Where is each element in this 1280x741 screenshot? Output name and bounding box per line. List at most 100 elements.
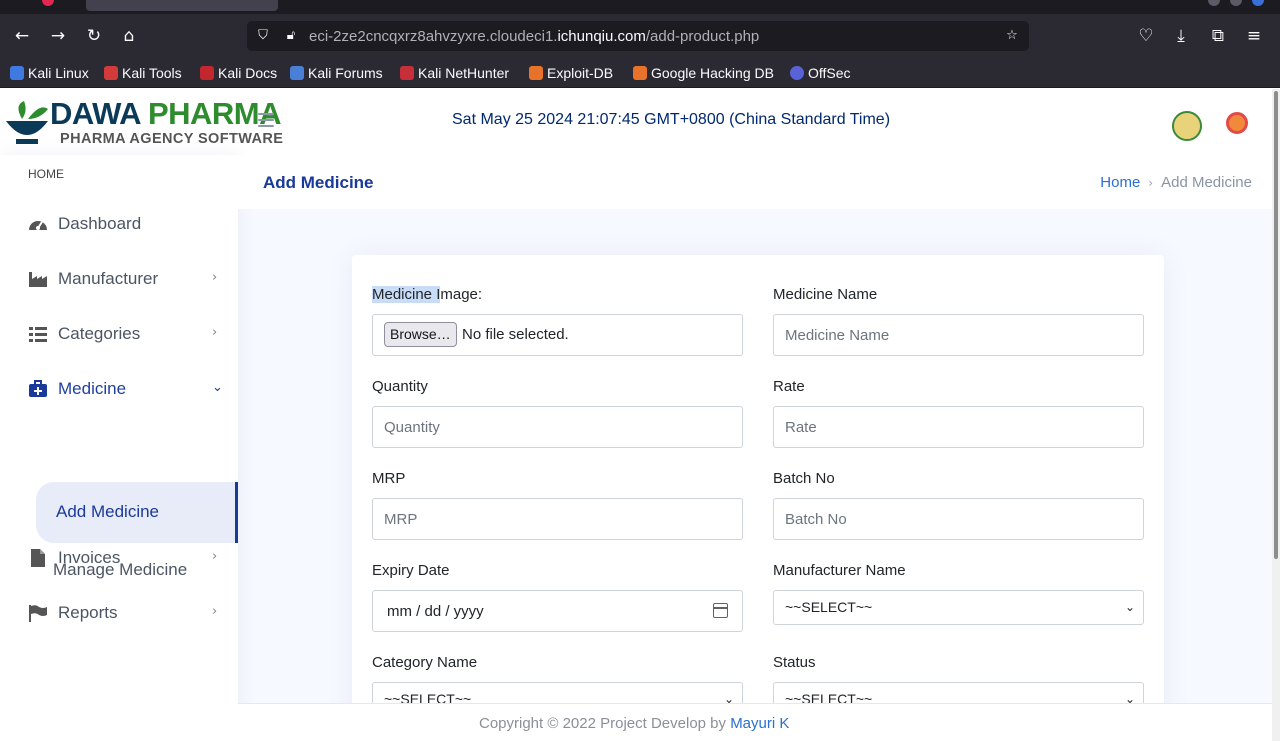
- sidebar-item-dashboard[interactable]: Dashboard: [20, 204, 232, 244]
- breadcrumb-home-link[interactable]: Home: [1100, 174, 1140, 191]
- browser-tab[interactable]: [86, 0, 278, 11]
- flag-icon: [29, 605, 47, 622]
- bookmark-google-hacking-db[interactable]: Google Hacking DB: [633, 63, 774, 83]
- site-header: DAWA PHARMA PHARMA AGENCY SOFTWARE Sat M…: [0, 89, 1272, 155]
- breadcrumb-separator-icon: ›: [1148, 176, 1154, 190]
- downloads-icon[interactable]: ⤓: [1169, 24, 1193, 48]
- sidebar: HOME Dashboard Manufacturer › Categories…: [0, 155, 238, 741]
- window-close-icon[interactable]: [42, 0, 54, 6]
- address-bar[interactable]: ⛉ 🔓︎ eci-2ze2cncqxrz8ahvzyxre.cloudeci1.…: [247, 21, 1029, 51]
- file-status-text: No file selected.: [462, 326, 569, 343]
- shield-icon[interactable]: ⛉: [254, 27, 272, 45]
- kali-dragon-icon: [10, 66, 24, 80]
- medicine-image-label: Medicine Image:: [372, 286, 482, 303]
- window-maximize-icon[interactable]: [1230, 0, 1242, 6]
- mrp-label: MRP: [372, 470, 406, 487]
- expiry-date-label: Expiry Date: [372, 562, 450, 579]
- batch-no-input[interactable]: [773, 498, 1144, 540]
- sidebar-item-invoices[interactable]: Invoices ›: [20, 538, 232, 578]
- web-page: DAWA PHARMA PHARMA AGENCY SOFTWARE Sat M…: [0, 89, 1272, 741]
- insecure-lock-icon[interactable]: 🔓︎: [282, 27, 300, 45]
- page-title: Add Medicine: [263, 173, 374, 192]
- footer-copyright: Copyright © 2022 Project Develop by Mayu…: [479, 715, 789, 732]
- url-domain: ichunqiu.com: [557, 28, 646, 45]
- manufacturer-select[interactable]: ~~SELECT~~ ⌄: [773, 590, 1144, 625]
- kali-nethunter-icon: [400, 66, 414, 80]
- url-prefix: eci-2ze2cncqxrz8ahvzyxre.cloudeci1.: [309, 28, 558, 45]
- url-path: /add-product.php: [645, 28, 760, 45]
- user-avatar[interactable]: [1226, 112, 1248, 134]
- language-translate-icon[interactable]: [1172, 111, 1202, 141]
- medicine-image-label-rest: mage:: [440, 286, 483, 303]
- extensions-icon[interactable]: ⧉: [1206, 24, 1230, 48]
- window-minimize-icon[interactable]: [1208, 0, 1220, 6]
- chevron-right-icon: ›: [212, 549, 218, 564]
- back-arrow-icon[interactable]: ←: [10, 24, 34, 48]
- bookmark-offsec[interactable]: OffSec: [790, 63, 851, 83]
- window-account-icon[interactable]: [1252, 0, 1264, 6]
- medicine-image-label-selected: Medicine I: [372, 286, 441, 303]
- medicine-image-file-input[interactable]: Browse… No file selected.: [372, 314, 743, 356]
- mrp-input[interactable]: [372, 498, 743, 540]
- sidebar-item-label: Reports: [58, 603, 118, 622]
- page-title-bar: Add Medicine Home › Add Medicine: [238, 155, 1272, 209]
- url-text[interactable]: eci-2ze2cncqxrz8ahvzyxre.cloudeci1.ichun…: [309, 28, 759, 45]
- mortar-pestle-icon: [6, 101, 48, 144]
- sidebar-item-reports[interactable]: Reports ›: [20, 593, 232, 633]
- bookmark-kali-docs[interactable]: Kali Docs: [200, 63, 277, 83]
- logo-title: DAWA PHARMA: [50, 96, 282, 131]
- quantity-input[interactable]: [372, 406, 743, 448]
- reload-icon[interactable]: ↻: [82, 24, 106, 48]
- page-scrollbar[interactable]: [1272, 89, 1280, 741]
- logo[interactable]: DAWA PHARMA PHARMA AGENCY SOFTWARE: [2, 97, 283, 149]
- rate-input[interactable]: [773, 406, 1144, 448]
- sidebar-item-label: Dashboard: [58, 214, 142, 233]
- site-footer: Copyright © 2022 Project Develop by Mayu…: [238, 703, 1272, 741]
- expiry-date-input[interactable]: mm / dd / yyyy: [372, 590, 743, 632]
- bookmark-exploit-db[interactable]: Exploit-DB: [529, 63, 613, 83]
- footer-author-link[interactable]: Mayuri K: [730, 715, 789, 732]
- bookmark-star-icon[interactable]: ☆: [1003, 27, 1021, 45]
- chevron-right-icon: ›: [212, 325, 218, 340]
- sidebar-item-label: Invoices: [58, 548, 121, 567]
- bookmark-kali-forums[interactable]: Kali Forums: [290, 63, 383, 83]
- footer-copyright-text: Copyright © 2022 Project Develop by: [479, 715, 731, 732]
- quantity-label: Quantity: [372, 378, 428, 395]
- sidebar-item-categories[interactable]: Categories ›: [20, 314, 232, 354]
- sidebar-subitem-add-medicine[interactable]: Add Medicine: [36, 482, 238, 543]
- ghdb-icon: [633, 66, 647, 80]
- sidebar-toggle-icon[interactable]: [258, 113, 274, 127]
- file-icon: [31, 549, 45, 567]
- chevron-right-icon: ›: [212, 270, 218, 285]
- sidebar-heading: HOME: [28, 167, 64, 181]
- medicine-name-input[interactable]: [773, 314, 1144, 356]
- add-medicine-form: Medicine Image: Browse… No file selected…: [352, 255, 1164, 741]
- bookmark-kali-nethunter[interactable]: Kali NetHunter: [400, 63, 509, 83]
- home-icon[interactable]: ⌂: [117, 24, 141, 48]
- factory-icon: [29, 272, 47, 287]
- bookmark-kali-tools[interactable]: Kali Tools: [104, 63, 182, 83]
- sidebar-item-label: Categories: [58, 324, 141, 343]
- logo-title-main: DAWA: [50, 96, 148, 131]
- bookmarks-bar: Kali Linux Kali Tools Kali Docs Kali For…: [0, 58, 1280, 88]
- main-content: Add Medicine Home › Add Medicine Medicine …: [238, 155, 1272, 741]
- browse-button[interactable]: Browse…: [384, 322, 457, 347]
- calendar-icon[interactable]: [713, 603, 728, 618]
- manufacturer-select-value: ~~SELECT~~: [785, 599, 873, 615]
- forward-arrow-icon[interactable]: →: [46, 24, 70, 48]
- pocket-icon[interactable]: ♡: [1134, 24, 1158, 48]
- bookmark-kali-linux[interactable]: Kali Linux: [10, 63, 89, 83]
- sidebar-subitem-label: Add Medicine: [56, 502, 160, 521]
- bookmark-label: Exploit-DB: [547, 65, 614, 81]
- list-icon: [29, 327, 47, 342]
- medical-kit-icon: [29, 380, 47, 397]
- kali-tools-icon: [104, 66, 118, 80]
- bookmark-label: Kali NetHunter: [418, 65, 510, 81]
- menu-icon[interactable]: ≡: [1242, 24, 1266, 48]
- status-label: Status: [773, 654, 816, 671]
- kali-docs-icon: [200, 66, 214, 80]
- expiry-date-value: mm / dd / yyyy: [387, 603, 484, 620]
- scrollbar-thumb[interactable]: [1274, 91, 1278, 559]
- sidebar-item-manufacturer[interactable]: Manufacturer ›: [20, 259, 232, 299]
- sidebar-item-medicine[interactable]: Medicine ⌄: [20, 369, 232, 409]
